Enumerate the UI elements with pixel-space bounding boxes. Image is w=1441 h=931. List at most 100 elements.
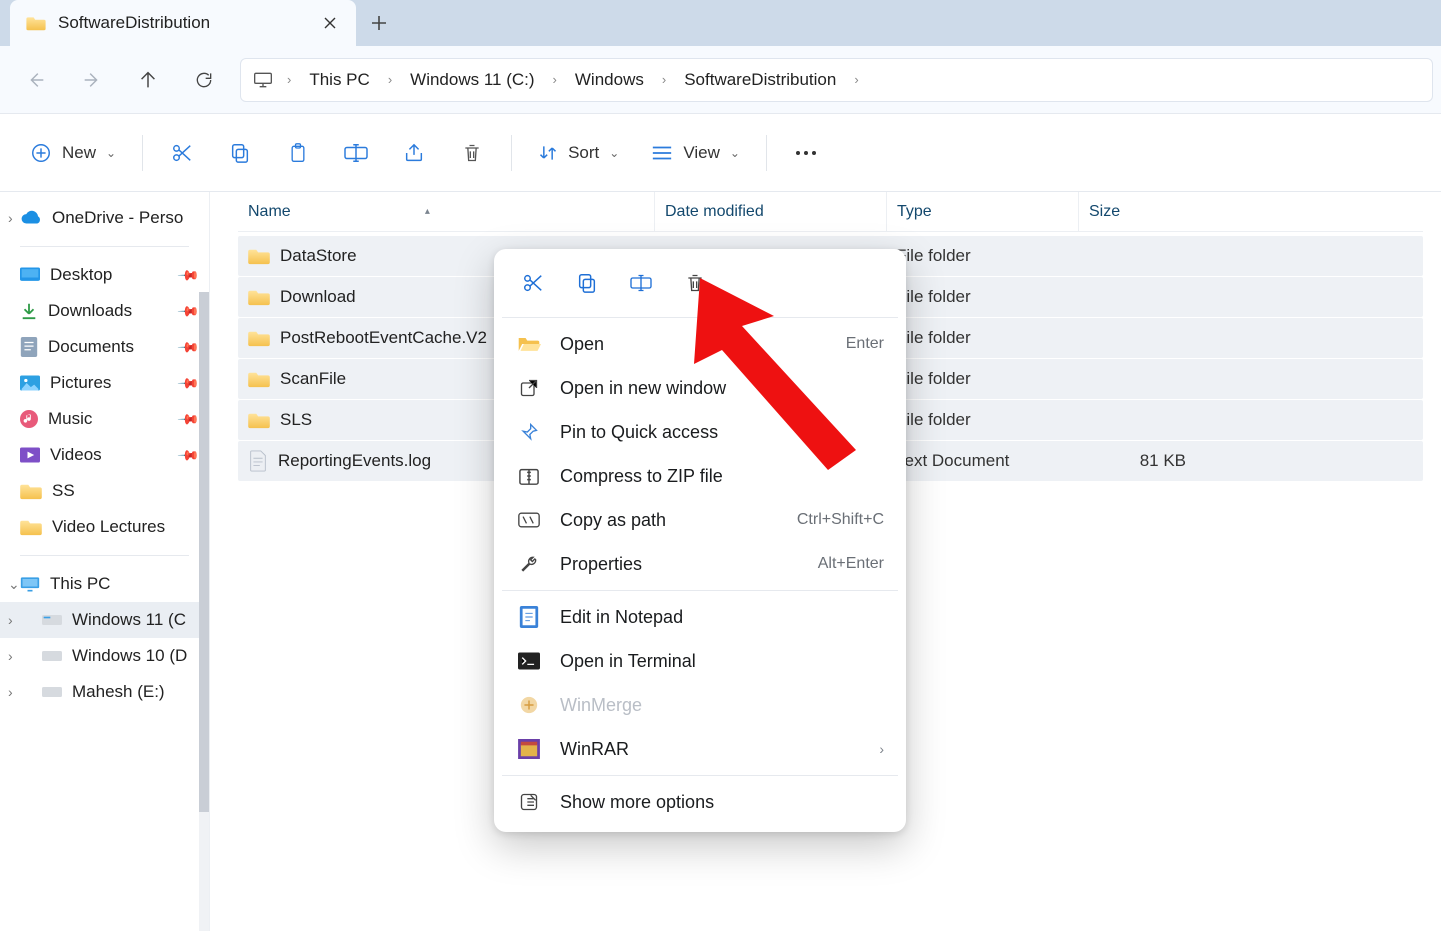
sidebar-drive-e[interactable]: Mahesh (E:): [0, 674, 209, 710]
forward-button[interactable]: [64, 56, 120, 104]
share-button[interactable]: [389, 131, 439, 175]
notepad-icon: [516, 605, 542, 629]
column-date-modified[interactable]: Date modified: [654, 192, 886, 231]
folder-icon: [248, 288, 270, 306]
chevron-down-icon: ⌄: [730, 146, 740, 160]
divider: [20, 246, 189, 247]
file-type: File folder: [896, 287, 971, 307]
sidebar-item-label: Music: [48, 409, 92, 429]
more-button[interactable]: [781, 131, 831, 175]
view-button[interactable]: View ⌄: [639, 131, 752, 175]
ctx-copy-as-path[interactable]: Copy as path Ctrl+Shift+C: [502, 498, 898, 542]
ctx-cut-button[interactable]: [510, 263, 556, 303]
ctx-copy-button[interactable]: [564, 263, 610, 303]
view-label: View: [683, 143, 720, 163]
rename-icon: [629, 273, 653, 293]
column-size[interactable]: Size: [1078, 192, 1206, 231]
back-button[interactable]: [8, 56, 64, 104]
chevron-right-icon: ›: [547, 72, 563, 87]
crumb-current[interactable]: SoftwareDistribution: [678, 70, 842, 90]
wrench-icon: [516, 552, 542, 576]
address-bar[interactable]: › This PC › Windows 11 (C:) › Windows › …: [240, 58, 1433, 102]
ctx-label: Compress to ZIP file: [560, 466, 723, 487]
sidebar-video-lectures[interactable]: Video Lectures: [0, 509, 209, 545]
close-icon: [324, 17, 336, 29]
monitor-icon: [20, 576, 40, 592]
separator: [502, 775, 898, 776]
divider: [20, 555, 189, 556]
folder-icon: [248, 370, 270, 388]
crumb-this-pc[interactable]: This PC: [303, 70, 375, 90]
sidebar-this-pc[interactable]: This PC: [0, 566, 209, 602]
ctx-pin-quick-access[interactable]: Pin to Quick access: [502, 410, 898, 454]
column-type[interactable]: Type: [886, 192, 1078, 231]
sidebar-item-label: Downloads: [48, 301, 132, 321]
trash-icon: [462, 142, 482, 164]
sidebar-drive-c[interactable]: Windows 11 (C: [0, 602, 209, 638]
sidebar-music[interactable]: Music 📌: [0, 401, 209, 437]
sidebar-item-label: Desktop: [50, 265, 112, 285]
sort-button[interactable]: Sort ⌄: [526, 131, 631, 175]
delete-button[interactable]: [447, 131, 497, 175]
ctx-open[interactable]: Open Enter: [502, 322, 898, 366]
ctx-label: Edit in Notepad: [560, 607, 683, 628]
sidebar-pictures[interactable]: Pictures 📌: [0, 365, 209, 401]
pin-icon: 📌: [176, 371, 200, 395]
ctx-open-new-window[interactable]: Open in new window: [502, 366, 898, 410]
paste-button[interactable]: [273, 131, 323, 175]
sidebar-item-label: Windows 10 (D: [72, 646, 187, 666]
drive-icon: [42, 649, 62, 663]
sort-label: Sort: [568, 143, 599, 163]
sidebar-videos[interactable]: Videos 📌: [0, 437, 209, 473]
file-type: File folder: [896, 369, 971, 389]
ctx-winrar[interactable]: WinRAR ›: [502, 727, 898, 771]
ctx-delete-button[interactable]: [672, 263, 718, 303]
ctx-rename-button[interactable]: [618, 263, 664, 303]
ctx-properties[interactable]: Properties Alt+Enter: [502, 542, 898, 586]
folder-icon: [248, 411, 270, 429]
sidebar-drive-d[interactable]: Windows 10 (D: [0, 638, 209, 674]
sidebar-item-label: Mahesh (E:): [72, 682, 165, 702]
new-button[interactable]: New ⌄: [18, 131, 128, 175]
sidebar-item-label: Video Lectures: [52, 517, 165, 537]
refresh-icon: [194, 70, 214, 90]
ctx-compress-zip[interactable]: Compress to ZIP file: [502, 454, 898, 498]
sidebar-item-label: This PC: [50, 574, 110, 594]
sidebar-documents[interactable]: Documents 📌: [0, 329, 209, 365]
sidebar-ss[interactable]: SS: [0, 473, 209, 509]
crumb-windows[interactable]: Windows: [569, 70, 650, 90]
ctx-winmerge[interactable]: WinMerge: [502, 683, 898, 727]
column-headers: Name▴ Date modified Type Size: [238, 192, 1423, 232]
tab-close-button[interactable]: [320, 13, 340, 33]
copy-button[interactable]: [215, 131, 265, 175]
crumb-drive[interactable]: Windows 11 (C:): [404, 70, 540, 90]
tab-active[interactable]: SoftwareDistribution: [10, 0, 356, 46]
file-name: SLS: [280, 410, 312, 430]
ctx-label: Open in Terminal: [560, 651, 696, 672]
column-name[interactable]: Name▴: [238, 192, 654, 231]
ctx-show-more-options[interactable]: Show more options: [502, 780, 898, 824]
sidebar-downloads[interactable]: Downloads 📌: [0, 293, 209, 329]
ctx-open-terminal[interactable]: Open in Terminal: [502, 639, 898, 683]
trash-icon: [685, 272, 705, 294]
sidebar-onedrive[interactable]: OneDrive - Perso: [0, 200, 209, 236]
column-label: Date modified: [665, 203, 764, 221]
file-name: PostRebootEventCache.V2: [280, 328, 487, 348]
pin-icon: 📌: [176, 335, 200, 359]
cut-button[interactable]: [157, 131, 207, 175]
new-tab-button[interactable]: [356, 0, 402, 46]
rename-button[interactable]: [331, 131, 381, 175]
ctx-shortcut: Alt+Enter: [818, 555, 884, 573]
ctx-label: Properties: [560, 554, 642, 575]
sidebar-scrollbar-thumb[interactable]: [199, 292, 209, 812]
textfile-icon: [248, 450, 268, 472]
onedrive-icon: [20, 210, 42, 226]
ctx-label: Pin to Quick access: [560, 422, 718, 443]
up-button[interactable]: [120, 56, 176, 104]
share-icon: [403, 142, 425, 164]
sidebar-desktop[interactable]: Desktop 📌: [0, 257, 209, 293]
ctx-edit-notepad[interactable]: Edit in Notepad: [502, 595, 898, 639]
winmerge-icon: [516, 693, 542, 717]
refresh-button[interactable]: [176, 56, 232, 104]
folder-icon: [248, 329, 270, 347]
